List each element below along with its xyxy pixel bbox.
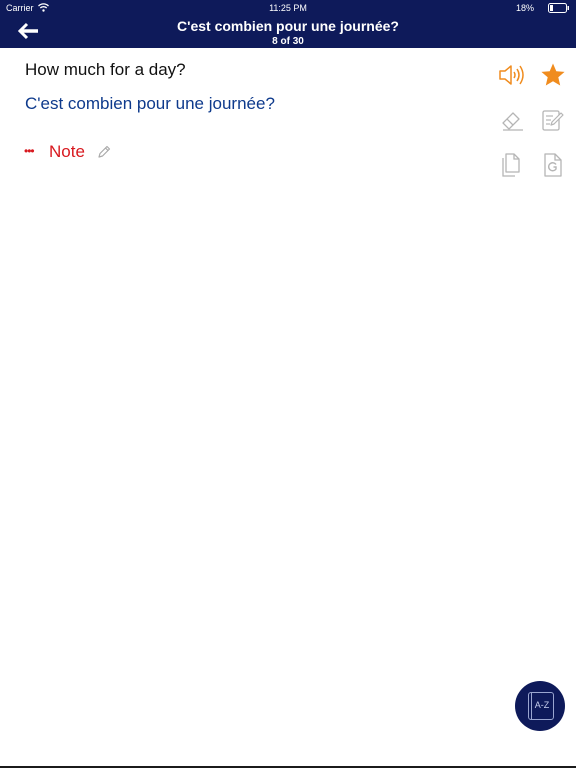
copy-button[interactable] xyxy=(499,152,523,183)
status-time: 11:25 PM xyxy=(269,3,307,13)
star-icon xyxy=(541,63,565,86)
az-index-button[interactable]: A-Z xyxy=(515,681,565,731)
note-dots: ••• xyxy=(24,144,35,158)
favorite-button[interactable] xyxy=(540,62,566,93)
speaker-icon xyxy=(499,65,524,85)
page-title: C'est combien pour une journée? xyxy=(177,18,399,34)
battery-icon xyxy=(548,3,570,15)
french-phrase: C'est combien pour une journée? xyxy=(25,94,275,113)
google-translate-button[interactable] xyxy=(541,152,565,183)
edit-note-button[interactable] xyxy=(540,107,566,138)
pencil-icon[interactable] xyxy=(96,144,112,165)
clear-button[interactable] xyxy=(499,107,525,138)
note-label: Note xyxy=(49,142,85,161)
book-icon: A-Z xyxy=(528,692,554,720)
az-label: A-Z xyxy=(534,700,550,710)
page-counter: 8 of 30 xyxy=(272,36,304,47)
eraser-icon xyxy=(502,112,523,131)
copy-icon xyxy=(502,153,520,177)
google-icon xyxy=(544,153,562,177)
status-bar: Carrier 11:25 PM 18% xyxy=(0,0,576,16)
battery-percent: 18% xyxy=(515,3,534,13)
notepad-edit-icon xyxy=(542,110,564,131)
speaker-button[interactable] xyxy=(498,63,526,92)
english-phrase: How much for a day? xyxy=(25,60,186,79)
header-bar: Carrier 11:25 PM 18% C'est combien pour … xyxy=(0,0,576,48)
